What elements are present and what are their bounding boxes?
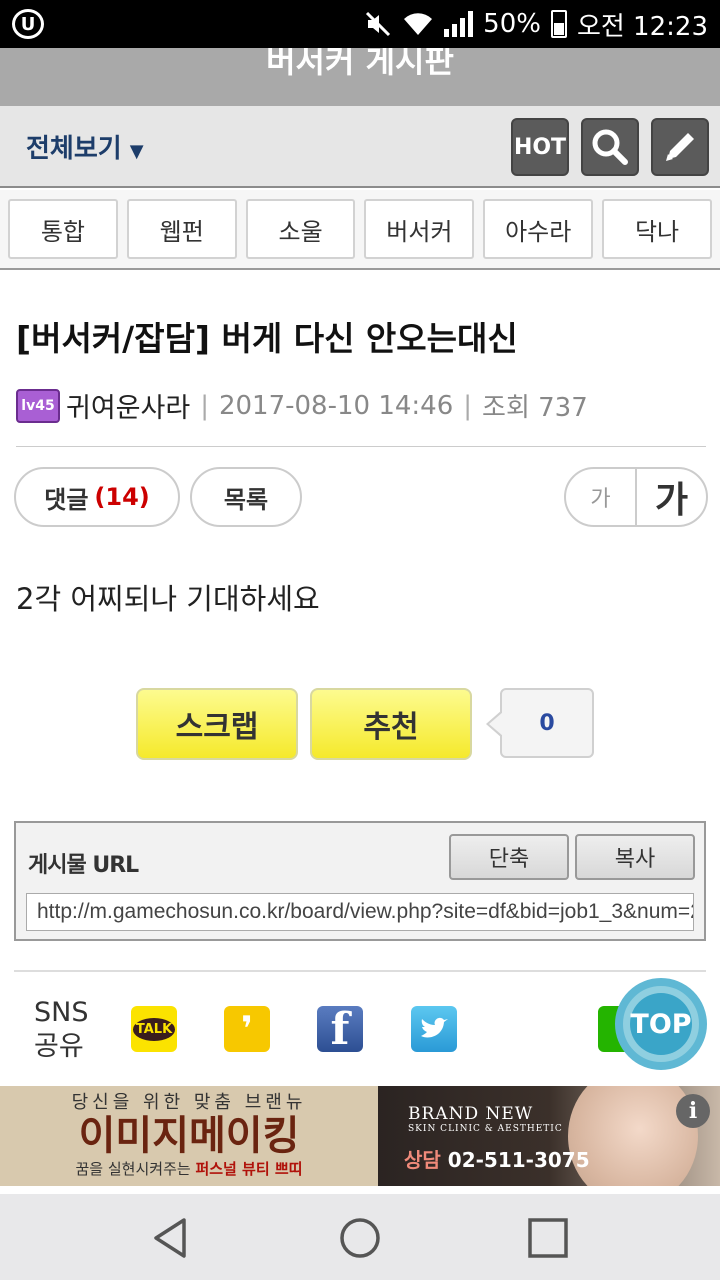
- search-button[interactable]: [581, 118, 639, 176]
- tab-integrated[interactable]: 통합: [8, 199, 118, 259]
- ad-brand-sub: SKIN CLINIC & AESTHETIC: [408, 1124, 563, 1134]
- hot-button[interactable]: HOT: [511, 118, 569, 176]
- top-label: TOP: [630, 993, 692, 1055]
- ad-phone-label: 상담: [404, 1148, 441, 1172]
- board-title-bar: 버서커 게시판: [0, 48, 720, 106]
- post-date: 2017-08-10 14:46: [218, 390, 454, 421]
- write-button[interactable]: [651, 118, 709, 176]
- home-icon[interactable]: [336, 1214, 384, 1262]
- comment-count: (14): [94, 483, 150, 511]
- view-all-dropdown[interactable]: 전체보기 ▼: [26, 128, 144, 165]
- recent-apps-icon[interactable]: [524, 1214, 572, 1262]
- ad-text-panel: 당신을 위한 맞춤 브랜뉴 이미지메이킹 꿈을 실현시켜주는 퍼스널 뷰티 쁘띠: [0, 1086, 378, 1186]
- kakao-talk-text: TALK: [132, 1017, 176, 1041]
- wifi-icon: [404, 13, 433, 35]
- search-icon: [592, 129, 628, 165]
- tab-berserker[interactable]: 버서커: [364, 199, 475, 259]
- kakaotalk-share-icon[interactable]: TALK: [131, 1006, 177, 1052]
- board-title: 버서커 게시판: [266, 48, 454, 80]
- post-url-label: 게시물 URL: [28, 853, 139, 878]
- view-all-label: 전체보기: [26, 134, 122, 164]
- sns-label-line1: SNS: [34, 997, 89, 1028]
- list-button[interactable]: 목록: [190, 467, 302, 527]
- tab-soul[interactable]: 소울: [245, 199, 356, 259]
- scrap-label: 스크랩: [175, 710, 259, 745]
- hot-label: HOT: [513, 134, 567, 160]
- post-url-box: 게시물 URL 단축 복사 http://m.gamechosun.co.kr/…: [14, 821, 706, 941]
- copy-url-button[interactable]: 복사: [575, 834, 695, 880]
- divider: [14, 970, 706, 972]
- scrap-button[interactable]: 스크랩: [136, 688, 298, 760]
- ad-phone: 상담 02-511-3075: [404, 1144, 590, 1173]
- post-url-field[interactable]: http://m.gamechosun.co.kr/board/view.php…: [26, 893, 694, 931]
- comments-label: 댓글: [44, 485, 89, 514]
- meta-divider: |: [200, 390, 209, 421]
- ad-brand-name: BRAND NEW: [408, 1104, 534, 1124]
- divider: [16, 446, 706, 447]
- ad-image-panel: BRAND NEW SKIN CLINIC & AESTHETIC 상담 02-5…: [378, 1086, 720, 1186]
- ad-brand: BRAND NEW SKIN CLINIC & AESTHETIC: [408, 1104, 563, 1134]
- back-icon[interactable]: [148, 1214, 196, 1262]
- recommend-button[interactable]: 추천: [310, 688, 472, 760]
- battery-percent: 50%: [483, 9, 541, 39]
- system-nav-bar: [0, 1194, 720, 1280]
- tab-weapon-master[interactable]: 웹펀: [126, 199, 237, 259]
- ad-tagline: 꿈을 실현시켜주는 퍼스널 뷰티 쁘띠: [0, 1158, 378, 1179]
- ad-tagline-prefix: 꿈을 실현시켜주는: [75, 1160, 196, 1178]
- ad-info-icon[interactable]: i: [676, 1094, 710, 1128]
- recommend-count: 0: [486, 688, 594, 758]
- tab-asura[interactable]: 아수라: [483, 199, 594, 259]
- shorten-url-button[interactable]: 단축: [449, 834, 569, 880]
- category-tabs: 통합 웹펀 소울 버서커 아수라 닥나: [0, 190, 720, 270]
- comments-button[interactable]: 댓글 (14): [14, 467, 180, 527]
- view-count: 조회 737: [482, 393, 588, 423]
- carrier-logo-icon: U: [12, 9, 44, 39]
- ad-subtitle: 당신을 위한 맞춤 브랜뉴: [71, 1092, 307, 1113]
- font-size-toggle: 가 가: [564, 467, 708, 527]
- font-large-button[interactable]: 가: [637, 469, 706, 525]
- list-label: 목록: [223, 485, 269, 514]
- clock: 오전 12:23: [576, 11, 708, 42]
- battery-icon: [550, 10, 567, 38]
- status-bar: U 50% 오전 12:23: [0, 0, 720, 48]
- signal-icon: [444, 11, 474, 37]
- post-meta: lv45 귀여운사라 | 2017-08-10 14:46 | 조회 737: [16, 386, 588, 425]
- twitter-bird-icon: [421, 1017, 448, 1038]
- recommend-label: 추천: [363, 710, 419, 745]
- ad-tagline-highlight: 퍼스널 뷰티 쁘띠: [195, 1160, 303, 1178]
- post-title: [버서커/잡담] 버게 다신 안오는대신: [16, 319, 518, 358]
- author-name[interactable]: 귀여운사라: [66, 386, 190, 425]
- ad-phone-number: 02-511-3075: [447, 1148, 590, 1172]
- toolbar: 전체보기 ▼ HOT: [0, 106, 720, 188]
- level-badge-icon: lv45: [16, 388, 60, 423]
- font-small-button[interactable]: 가: [566, 469, 637, 525]
- ad-headline: 이미지메이킹: [78, 1113, 300, 1159]
- tab-dark-knight[interactable]: 닥나: [602, 199, 712, 259]
- sns-label-line2: 공유: [34, 1031, 84, 1062]
- post-body: 2각 어찌되나 기대하세요: [16, 582, 320, 616]
- recommend-count-value: 0: [539, 710, 555, 736]
- sns-share-label: SNS 공유: [34, 996, 88, 1064]
- pencil-icon: [666, 133, 694, 161]
- dropdown-arrow-icon: ▼: [129, 141, 144, 162]
- ad-banner[interactable]: 당신을 위한 맞춤 브랜뉴 이미지메이킹 꿈을 실현시켜주는 퍼스널 뷰티 쁘띠…: [0, 1086, 720, 1186]
- scroll-top-button[interactable]: TOP: [615, 978, 707, 1070]
- facebook-share-icon[interactable]: f: [317, 1004, 363, 1055]
- twitter-share-icon[interactable]: [411, 1006, 457, 1052]
- meta-divider: |: [463, 390, 473, 421]
- kakaostory-share-icon[interactable]: ❜: [224, 1006, 270, 1052]
- mute-icon: [366, 11, 391, 37]
